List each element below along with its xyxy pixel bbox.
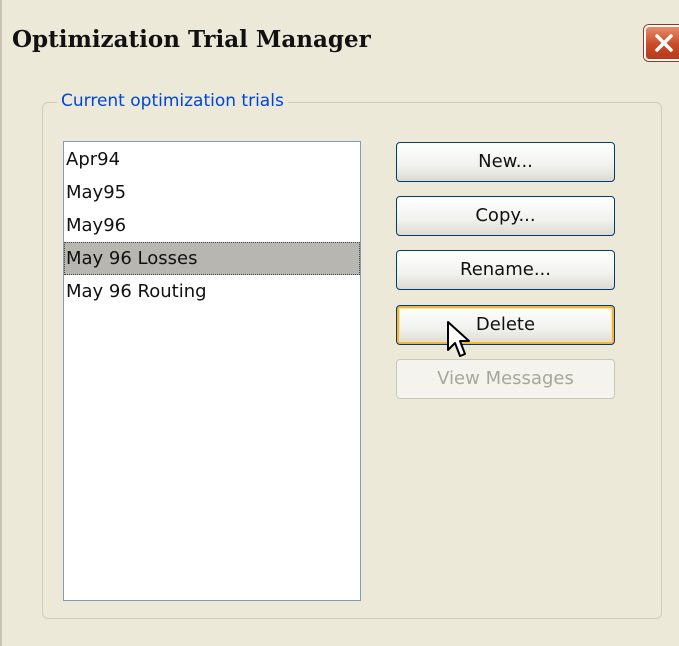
delete-button[interactable]: Delete — [396, 305, 615, 345]
list-item[interactable]: May96 — [64, 209, 360, 242]
rename-button[interactable]: Rename... — [396, 250, 615, 290]
list-item-selected[interactable]: May 96 Losses — [64, 242, 360, 275]
dialog-window: Optimization Trial Manager Current optim… — [0, 0, 679, 646]
title-bar[interactable]: Optimization Trial Manager — [2, 10, 679, 74]
close-icon — [655, 34, 673, 52]
window-title: Optimization Trial Manager — [12, 26, 371, 53]
group-label: Current optimization trials — [57, 91, 288, 111]
new-button[interactable]: New... — [396, 142, 615, 182]
list-item[interactable]: Apr94 — [64, 143, 360, 176]
close-button[interactable] — [644, 25, 679, 61]
view-messages-button: View Messages — [396, 359, 615, 399]
copy-button[interactable]: Copy... — [396, 196, 615, 236]
trials-listbox[interactable]: Apr94 May95 May96 May 96 Losses May 96 R… — [63, 141, 361, 601]
list-item[interactable]: May95 — [64, 176, 360, 209]
mouse-pointer-icon — [446, 320, 472, 364]
list-item[interactable]: May 96 Routing — [64, 275, 360, 308]
